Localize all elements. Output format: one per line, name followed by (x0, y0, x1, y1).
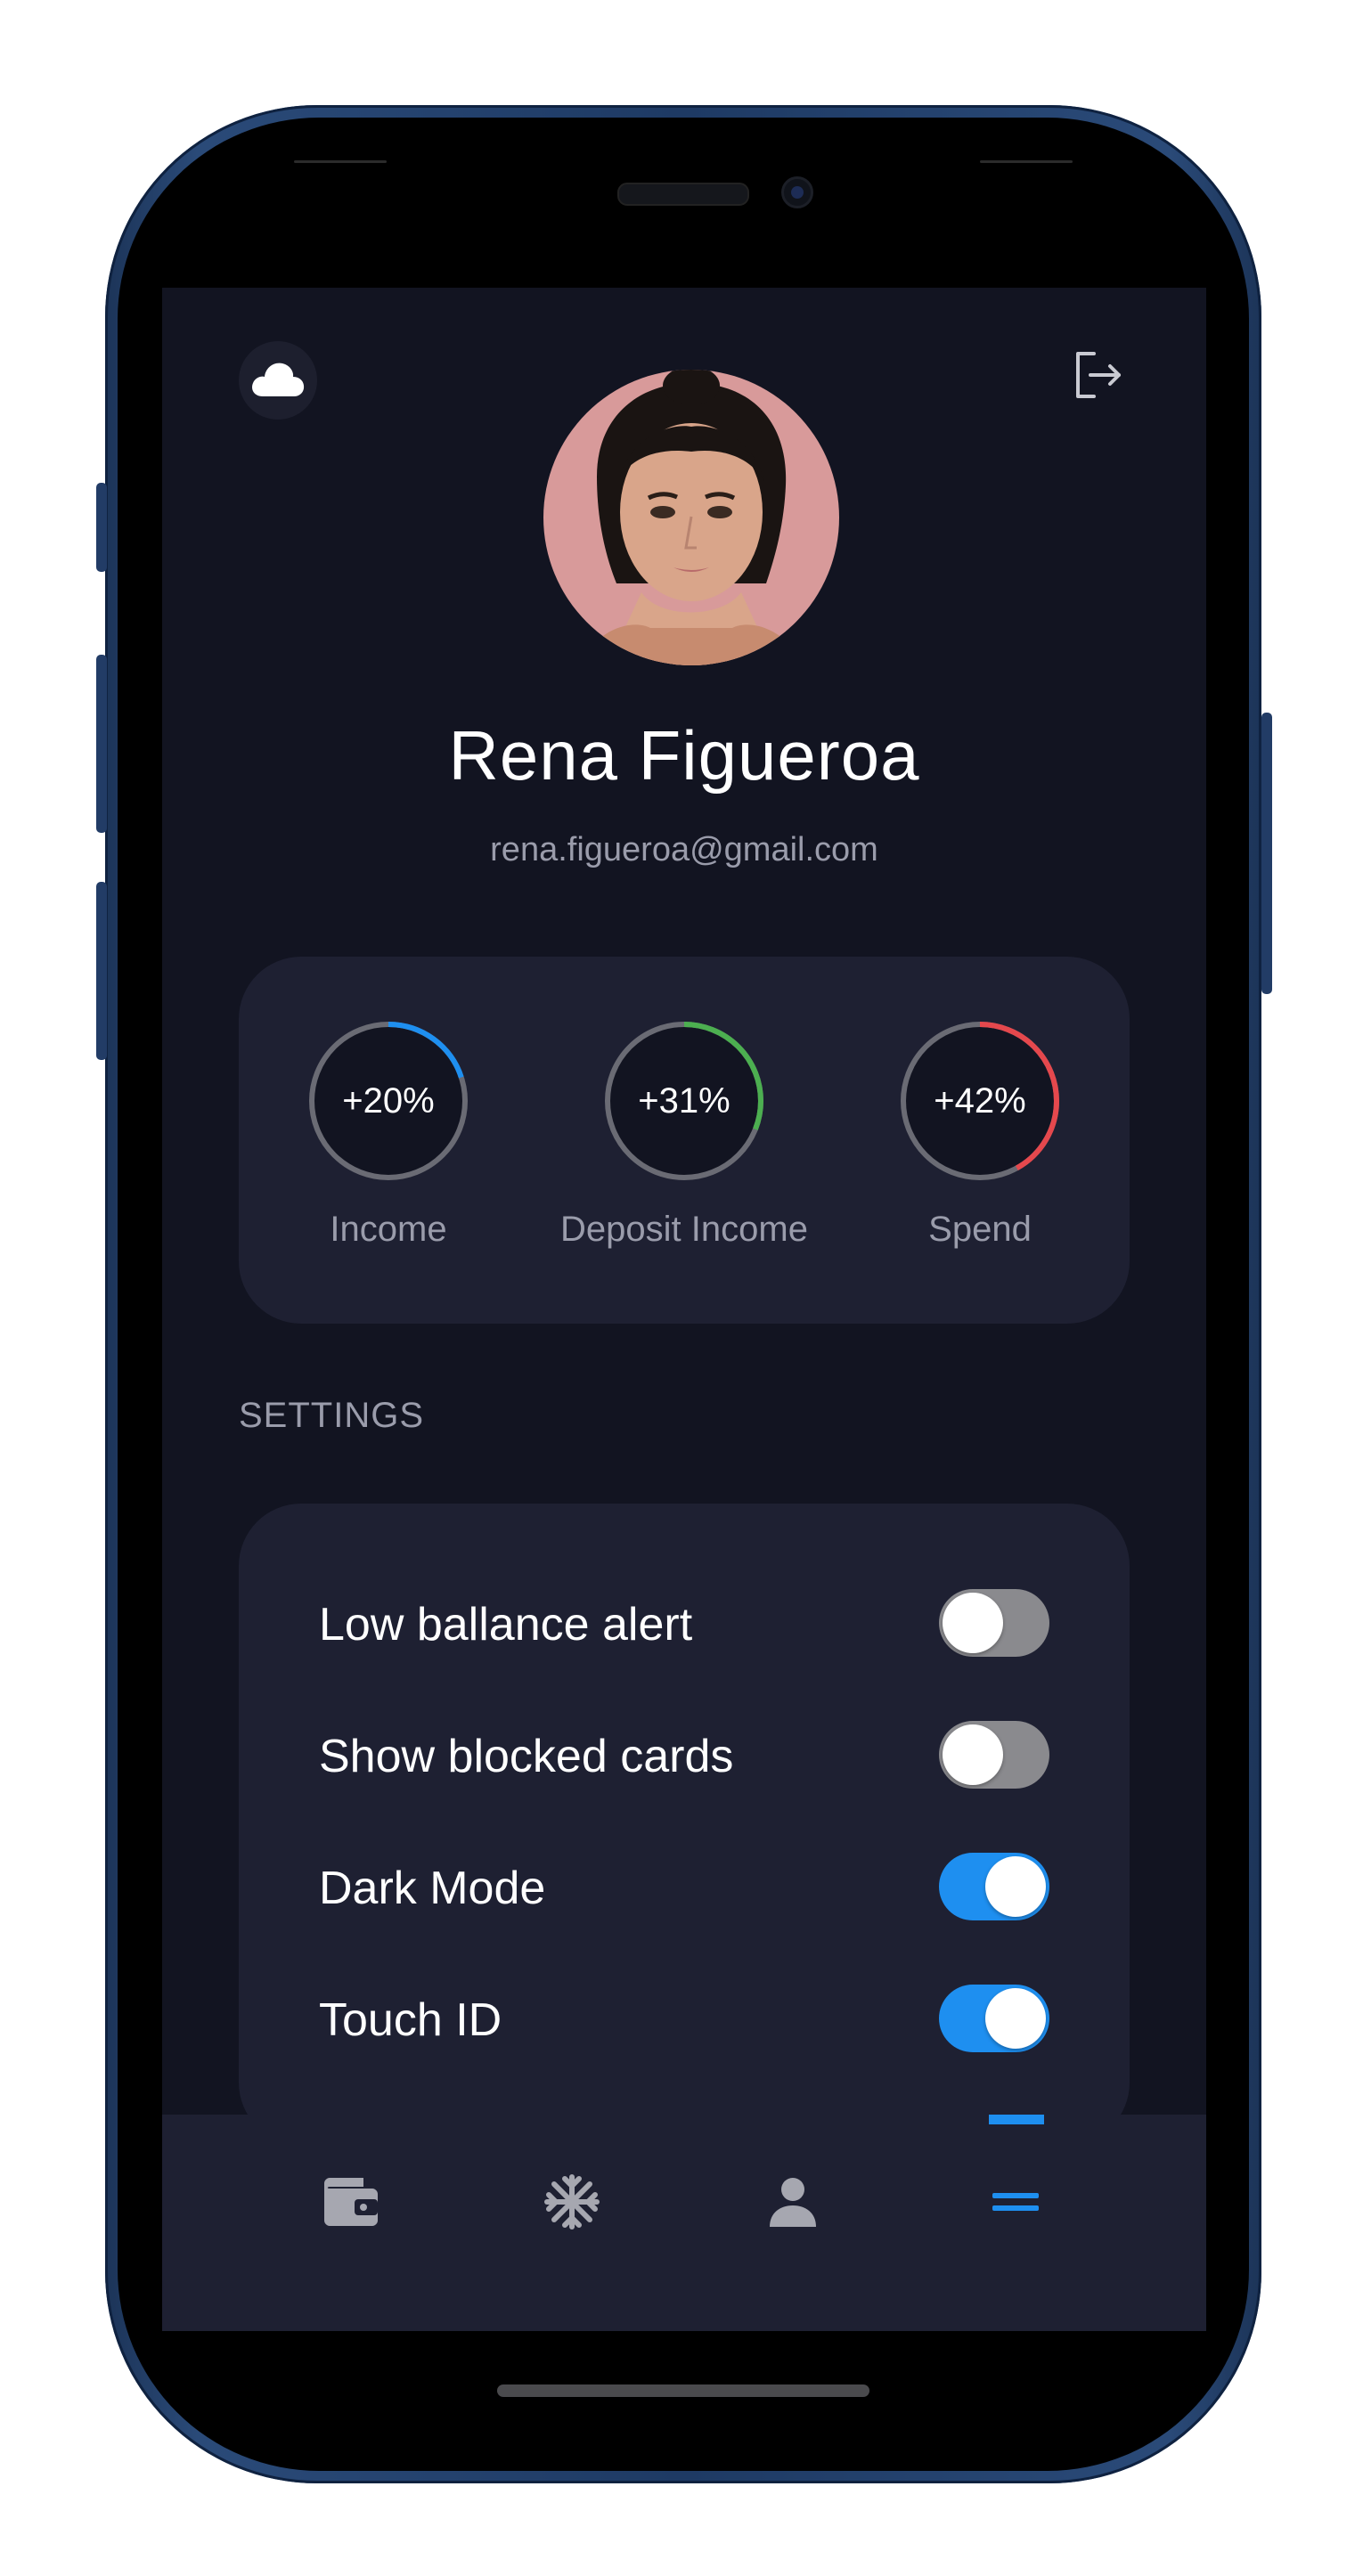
progress-ring: +42% (898, 1019, 1062, 1183)
setting-low-balance-alert: Low ballance alert (319, 1578, 1049, 1667)
setting-label: Show blocked cards (319, 1731, 734, 1782)
earpiece-speaker (617, 183, 749, 206)
cloud-icon (250, 359, 306, 403)
logout-button[interactable] (1062, 341, 1133, 412)
nav-tab-freeze[interactable] (518, 2150, 625, 2257)
low-balance-alert-toggle[interactable] (939, 1589, 1049, 1657)
stat-value: +20% (342, 1081, 435, 1121)
setting-touch-id: Touch ID (319, 1974, 1049, 2063)
profile-email: rena.figueroa@gmail.com (490, 831, 878, 868)
front-camera (781, 176, 813, 208)
dark-mode-toggle[interactable] (939, 1853, 1049, 1920)
stat-value: +31% (638, 1081, 730, 1121)
cloud-button[interactable] (239, 341, 317, 420)
toggle-knob (943, 1724, 1003, 1785)
person-icon (768, 2177, 818, 2231)
nav-tab-menu[interactable] (962, 2150, 1069, 2257)
logout-icon (1071, 348, 1124, 406)
progress-ring: +20% (306, 1019, 470, 1183)
setting-label: Touch ID (319, 1994, 502, 2046)
nav-tab-profile[interactable] (739, 2150, 846, 2257)
bottom-nav (162, 2115, 1206, 2331)
stat-deposit-income: +31% Deposit Income (542, 1019, 827, 1250)
menu-icon (991, 2189, 1041, 2219)
setting-label: Dark Mode (319, 1863, 546, 1914)
settings-card: Low ballance alert Show blocked cards Da… (239, 1504, 1130, 2145)
toggle-knob (985, 1856, 1046, 1917)
stat-label: Income (330, 1210, 447, 1249)
stat-label: Spend (928, 1210, 1032, 1249)
volume-up-button (96, 655, 107, 833)
volume-down-button (96, 882, 107, 1060)
touch-id-toggle[interactable] (939, 1985, 1049, 2052)
toggle-knob (943, 1593, 1003, 1653)
avatar[interactable] (543, 370, 839, 665)
home-indicator (497, 2384, 869, 2397)
show-blocked-cards-toggle[interactable] (939, 1721, 1049, 1789)
stats-card: +20% Income +31% Deposit Income +42% Spe… (239, 957, 1130, 1324)
stat-income: +20% Income (246, 1019, 531, 1250)
profile-name: Rena Figueroa (448, 716, 920, 795)
antenna-line-left (294, 160, 387, 163)
active-tab-indicator (989, 2115, 1044, 2124)
app-screen: Rena Figueroa rena.figueroa@gmail.com +2… (162, 288, 1206, 2331)
snowflake-icon (543, 2173, 600, 2235)
setting-label: Low ballance alert (319, 1599, 693, 1651)
stat-spend: +42% Spend (837, 1019, 1122, 1250)
avatar-photo (543, 370, 839, 665)
stat-value: +42% (934, 1081, 1026, 1121)
stat-label: Deposit Income (560, 1210, 808, 1249)
power-button (1261, 713, 1272, 994)
setting-dark-mode: Dark Mode (319, 1842, 1049, 1931)
progress-ring: +31% (602, 1019, 766, 1183)
antenna-line-right (980, 160, 1073, 163)
silent-switch (96, 483, 107, 572)
setting-show-blocked-cards: Show blocked cards (319, 1710, 1049, 1799)
settings-section-title: SETTINGS (239, 1396, 425, 1435)
nav-tab-wallet[interactable] (298, 2150, 404, 2257)
toggle-knob (985, 1988, 1046, 2049)
wallet-icon (324, 2177, 378, 2230)
